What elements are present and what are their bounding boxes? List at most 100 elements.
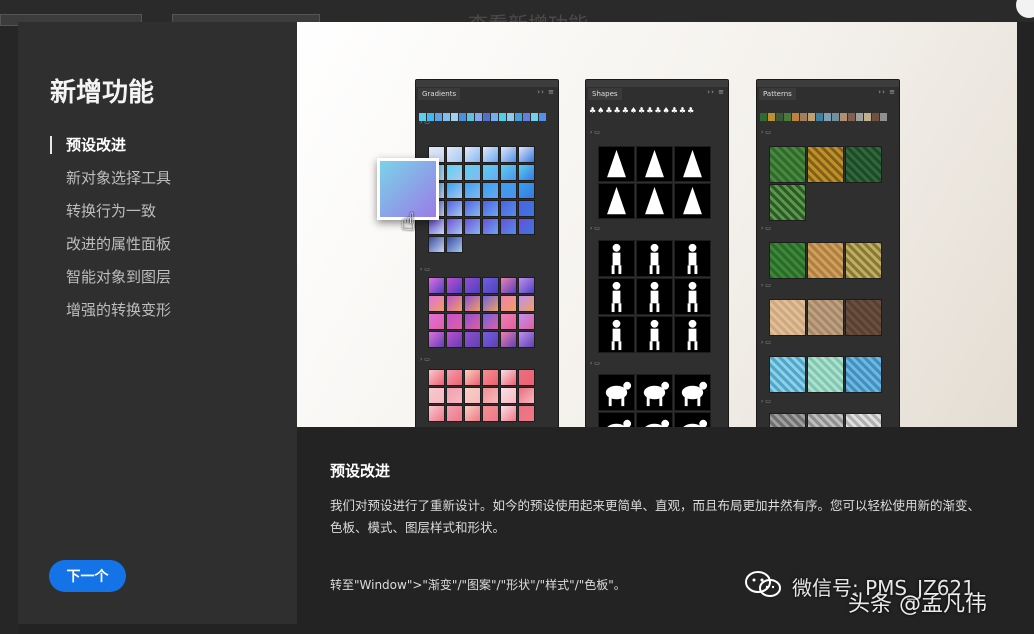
- gradient-swatch: [428, 387, 445, 404]
- gradient-swatch: [500, 182, 517, 199]
- gradient-swatch: [518, 369, 535, 386]
- nav-item-smart-object-to-layers[interactable]: 智能对象到图层: [50, 267, 171, 300]
- folder-icon: › ▭: [420, 356, 430, 363]
- pattern-swatch: [807, 413, 844, 427]
- folder-icon: › ▭: [420, 119, 430, 126]
- feature-body: 我们对预设进行了重新设计。如今的预设使用起来更简单、直观，而且布局更加井然有序。…: [330, 498, 981, 535]
- pattern-swatch: [845, 413, 882, 427]
- person-shape: [674, 316, 711, 353]
- pattern-group-1: [769, 146, 882, 221]
- gradient-swatch: [464, 164, 481, 181]
- pattern-swatch: [769, 299, 806, 336]
- gradient-swatch: [464, 295, 481, 312]
- gradient-swatch: [464, 331, 481, 348]
- folder-icon: › ▭: [590, 225, 600, 232]
- person-shape: [636, 240, 673, 277]
- folder-icon: › ▭: [420, 266, 430, 273]
- nav-item-properties-panel[interactable]: 改进的属性面板: [50, 234, 171, 267]
- pattern-swatch: [807, 242, 844, 279]
- tree-shape: [674, 183, 711, 219]
- hamburger-icon: ›› ≡: [878, 88, 896, 96]
- gradient-swatch: [464, 369, 481, 386]
- gradient-swatch: [482, 313, 499, 330]
- nav-item-preset-improvements[interactable]: 预设改进: [50, 135, 171, 168]
- gradient-group-3: [428, 369, 535, 422]
- gradient-swatch-strip: [419, 106, 553, 121]
- gradient-swatch: [500, 146, 517, 163]
- feature-goto-hint: 转至"Window">"渐变"/"图案"/"形状"/"样式"/"色板"。: [330, 578, 626, 592]
- folder-icon: › ▭: [761, 339, 771, 346]
- nav-item-enhanced-warp[interactable]: 增强的转换变形: [50, 300, 171, 333]
- pattern-group-4: [769, 356, 882, 393]
- gradient-swatch: [446, 200, 463, 217]
- gradient-swatch: [482, 331, 499, 348]
- shapes-panel: Shapes ›› ≡ ♣♠♣♣♣♠♣♣♣♠♣♣♣ › ▭ › ▭ › ▭: [585, 79, 729, 427]
- gradient-swatch: [518, 295, 535, 312]
- tree-shape: [598, 146, 635, 182]
- gradient-swatch: [428, 405, 445, 422]
- gradient-swatch: [464, 146, 481, 163]
- gradient-swatch: [482, 200, 499, 217]
- wechat-icon: [745, 571, 781, 597]
- pattern-swatch: [769, 146, 806, 183]
- animal-shape: [598, 374, 635, 411]
- feature-preview-image: Gradients ›› ≡ › ▭ › ▭ › ▭ Shapes ›› ≡ ♣…: [297, 22, 1017, 427]
- gradient-swatch: [518, 331, 535, 348]
- tree-shape: [598, 183, 635, 219]
- animal-shape: [674, 374, 711, 411]
- gradient-swatch: [518, 146, 535, 163]
- pattern-swatch: [807, 146, 844, 183]
- pattern-swatch: [769, 242, 806, 279]
- patterns-panel-tab: Patterns: [759, 88, 796, 100]
- gradient-group-1: [428, 146, 535, 253]
- pattern-swatch: [845, 356, 882, 393]
- shape-icon-strip: ♣♠♣♣♣♠♣♣♣♠♣♣♣: [589, 106, 696, 115]
- shapes-panel-tab: Shapes: [588, 88, 622, 100]
- gradient-swatch: [500, 218, 517, 235]
- gradient-swatch: [482, 405, 499, 422]
- gradient-group-2: [428, 277, 535, 348]
- gradient-swatch: [428, 331, 445, 348]
- gradient-swatch: [446, 295, 463, 312]
- gradient-swatch: [464, 200, 481, 217]
- whats-new-dialog: 新增功能 预设改进 新对象选择工具 转换行为一致 改进的属性面板 智能对象到图层…: [18, 22, 1017, 624]
- gradient-swatch: [500, 405, 517, 422]
- animal-shape: [636, 374, 673, 411]
- next-button[interactable]: 下一个: [49, 560, 126, 592]
- gradient-swatch: [464, 218, 481, 235]
- pattern-swatch: [807, 356, 844, 393]
- tree-shape: [636, 146, 673, 182]
- pattern-swatch: [769, 413, 806, 427]
- nav-item-object-selection-tool[interactable]: 新对象选择工具: [50, 168, 171, 201]
- gradient-swatch: [446, 369, 463, 386]
- folder-icon: › ▭: [590, 129, 600, 136]
- patterns-panel: Patterns ›› ≡ › ▭ › ▭ › ▭ › ▭ › ▭: [756, 79, 900, 427]
- hamburger-icon: ›› ≡: [707, 88, 725, 96]
- nav-item-transform-behavior[interactable]: 转换行为一致: [50, 201, 171, 234]
- person-shape: [674, 278, 711, 315]
- gradient-swatch: [446, 313, 463, 330]
- gradient-swatch: [500, 369, 517, 386]
- shape-group-trees: [598, 146, 711, 219]
- person-shape: [674, 240, 711, 277]
- background-side-strip: [0, 22, 18, 634]
- gradient-swatch: [518, 313, 535, 330]
- gradient-swatch: [428, 369, 445, 386]
- gradient-swatch: [500, 277, 517, 294]
- gradients-panel-tab: Gradients: [418, 88, 461, 100]
- gradient-swatch: [428, 295, 445, 312]
- shape-group-people: [598, 240, 711, 353]
- gradient-swatch: [446, 218, 463, 235]
- gradient-swatch: [518, 200, 535, 217]
- shape-group-animals: [598, 374, 711, 427]
- gradient-swatch: [428, 236, 445, 253]
- gradient-swatch: [428, 218, 445, 235]
- gradient-swatch: [464, 405, 481, 422]
- pattern-swatch: [769, 356, 806, 393]
- gradient-swatch: [446, 277, 463, 294]
- feature-nav: 预设改进 新对象选择工具 转换行为一致 改进的属性面板 智能对象到图层 增强的转…: [50, 135, 171, 333]
- gradient-swatch: [446, 146, 463, 163]
- person-shape: [636, 278, 673, 315]
- gradient-swatch: [464, 313, 481, 330]
- gradient-swatch: [446, 182, 463, 199]
